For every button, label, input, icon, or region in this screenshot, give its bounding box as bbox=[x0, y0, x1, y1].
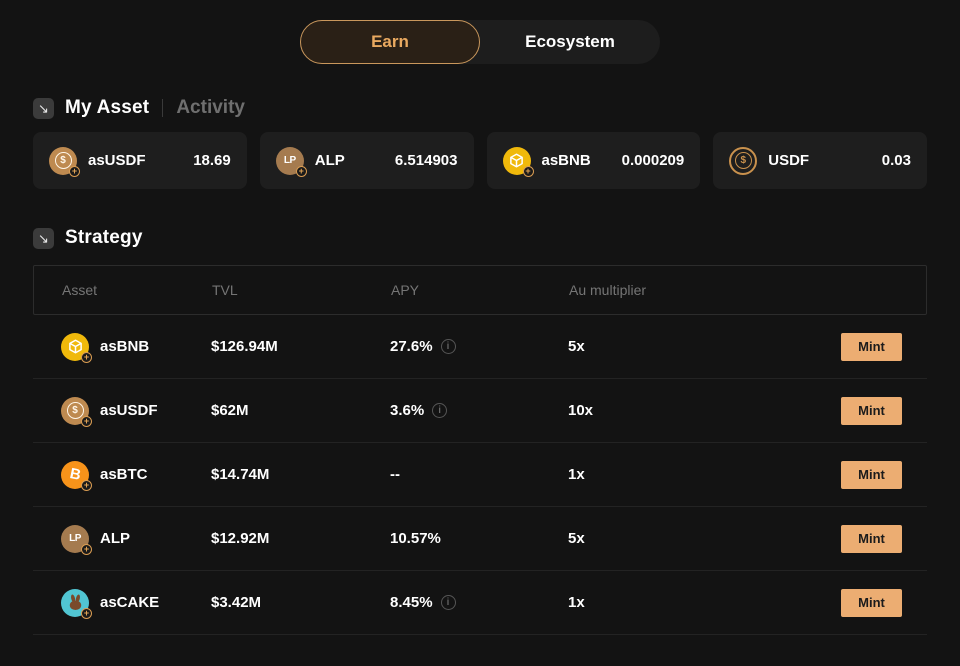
plus-badge: + bbox=[69, 166, 80, 177]
coin-icon: LP+ bbox=[61, 525, 89, 553]
coin-icon: $+ bbox=[61, 397, 89, 425]
mint-button[interactable]: Mint bbox=[841, 525, 902, 553]
row-multiplier: 5x bbox=[568, 338, 785, 355]
asset-balance: 0.000209 bbox=[622, 152, 685, 169]
row-apy: 3.6% bbox=[390, 402, 424, 419]
plus-badge: + bbox=[81, 416, 92, 427]
row-apy-cell: 8.45% i bbox=[390, 594, 568, 611]
row-apy-cell: 27.6% i bbox=[390, 338, 568, 355]
row-asset-symbol: asCAKE bbox=[100, 594, 159, 611]
row-apy: 8.45% bbox=[390, 594, 433, 611]
row-tvl: $126.94M bbox=[211, 338, 390, 355]
asset-symbol: ALP bbox=[315, 152, 345, 169]
corner-arrow-icon: ↘ bbox=[33, 228, 54, 249]
row-action-cell: Mint bbox=[785, 461, 902, 489]
divider bbox=[162, 99, 163, 117]
row-apy: 10.57% bbox=[390, 530, 441, 547]
mint-button[interactable]: Mint bbox=[841, 461, 902, 489]
asset-card: + asBNB 0.000209 bbox=[487, 132, 701, 189]
table-row: + asCAKE $3.42M 8.45% i 1x Mint bbox=[33, 571, 927, 635]
row-apy-cell: -- bbox=[390, 466, 568, 483]
table-row: $+ asUSDF $62M 3.6% i 10x Mint bbox=[33, 379, 927, 443]
row-apy-cell: 3.6% i bbox=[390, 402, 568, 419]
row-multiplier: 1x bbox=[568, 594, 785, 611]
asset-cards: $+ asUSDF 18.69 LP+ ALP 6.514903 + asBNB… bbox=[33, 132, 927, 189]
asset-symbol: USDF bbox=[768, 152, 809, 169]
plus-badge: + bbox=[81, 608, 92, 619]
strategy-table: Asset TVL APY Au multiplier + asBNB $126… bbox=[33, 265, 927, 635]
asset-cell: + asBNB bbox=[61, 333, 211, 361]
row-asset-symbol: asBTC bbox=[100, 466, 148, 483]
row-action-cell: Mint bbox=[785, 525, 902, 553]
row-apy: 27.6% bbox=[390, 338, 433, 355]
row-asset-symbol: asBNB bbox=[100, 338, 149, 355]
row-tvl: $62M bbox=[211, 402, 390, 419]
coin-icon: B+ bbox=[61, 461, 89, 489]
coin-icon: LP+ bbox=[276, 147, 304, 175]
coin-icon: + bbox=[61, 333, 89, 361]
mint-button[interactable]: Mint bbox=[841, 333, 902, 361]
table-body: + asBNB $126.94M 27.6% i 5x Mint $+ asUS… bbox=[33, 315, 927, 635]
row-tvl: $12.92M bbox=[211, 530, 390, 547]
table-row: + asBNB $126.94M 27.6% i 5x Mint bbox=[33, 315, 927, 379]
row-multiplier: 1x bbox=[568, 466, 785, 483]
asset-card: $+ asUSDF 18.69 bbox=[33, 132, 247, 189]
table-row: LP+ ALP $12.92M 10.57% 5x Mint bbox=[33, 507, 927, 571]
mint-button[interactable]: Mint bbox=[841, 397, 902, 425]
asset-symbol: asUSDF bbox=[88, 152, 146, 169]
row-action-cell: Mint bbox=[785, 397, 902, 425]
plus-badge: + bbox=[81, 480, 92, 491]
asset-symbol: asBNB bbox=[542, 152, 591, 169]
asset-cell: LP+ ALP bbox=[61, 525, 211, 553]
row-action-cell: Mint bbox=[785, 333, 902, 361]
plus-badge: + bbox=[523, 166, 534, 177]
info-icon[interactable]: i bbox=[432, 403, 447, 418]
col-header-asset: Asset bbox=[62, 282, 212, 298]
my-asset-header: ↘ My Asset Activity bbox=[33, 97, 927, 119]
col-header-multiplier: Au multiplier bbox=[569, 282, 786, 298]
tab-group: Earn Ecosystem bbox=[300, 20, 660, 64]
plus-badge: + bbox=[81, 544, 92, 555]
tab-activity[interactable]: Activity bbox=[176, 97, 245, 119]
coin-icon: $ bbox=[729, 147, 757, 175]
asset-card: $ USDF 0.03 bbox=[713, 132, 927, 189]
row-multiplier: 10x bbox=[568, 402, 785, 419]
row-apy: -- bbox=[390, 466, 400, 483]
table-header-row: Asset TVL APY Au multiplier bbox=[33, 265, 927, 315]
coin-icon: + bbox=[503, 147, 531, 175]
main-content: ↘ My Asset Activity $+ asUSDF 18.69 LP+ … bbox=[0, 97, 960, 635]
col-header-apy: APY bbox=[391, 282, 569, 298]
table-row: B+ asBTC $14.74M -- 1x Mint bbox=[33, 443, 927, 507]
asset-cell: $+ asUSDF bbox=[61, 397, 211, 425]
row-asset-symbol: ALP bbox=[100, 530, 130, 547]
row-multiplier: 5x bbox=[568, 530, 785, 547]
asset-balance: 18.69 bbox=[193, 152, 231, 169]
corner-arrow-icon: ↘ bbox=[33, 98, 54, 119]
asset-balance: 6.514903 bbox=[395, 152, 458, 169]
mint-button[interactable]: Mint bbox=[841, 589, 902, 617]
coin-icon: $+ bbox=[49, 147, 77, 175]
info-icon[interactable]: i bbox=[441, 595, 456, 610]
strategy-title: Strategy bbox=[65, 227, 143, 249]
tab-earn[interactable]: Earn bbox=[300, 20, 480, 64]
asset-cell: + asCAKE bbox=[61, 589, 211, 617]
asset-card: LP+ ALP 6.514903 bbox=[260, 132, 474, 189]
tab-ecosystem[interactable]: Ecosystem bbox=[480, 20, 660, 64]
col-header-tvl: TVL bbox=[212, 282, 391, 298]
top-tab-bar: Earn Ecosystem bbox=[0, 20, 960, 64]
plus-badge: + bbox=[296, 166, 307, 177]
coin-icon: + bbox=[61, 589, 89, 617]
row-asset-symbol: asUSDF bbox=[100, 402, 158, 419]
row-apy-cell: 10.57% bbox=[390, 530, 568, 547]
tab-my-asset[interactable]: My Asset bbox=[65, 97, 149, 119]
info-icon[interactable]: i bbox=[441, 339, 456, 354]
row-tvl: $3.42M bbox=[211, 594, 390, 611]
plus-badge: + bbox=[81, 352, 92, 363]
asset-balance: 0.03 bbox=[882, 152, 911, 169]
asset-cell: B+ asBTC bbox=[61, 461, 211, 489]
row-tvl: $14.74M bbox=[211, 466, 390, 483]
row-action-cell: Mint bbox=[785, 589, 902, 617]
strategy-header: ↘ Strategy bbox=[33, 227, 927, 249]
